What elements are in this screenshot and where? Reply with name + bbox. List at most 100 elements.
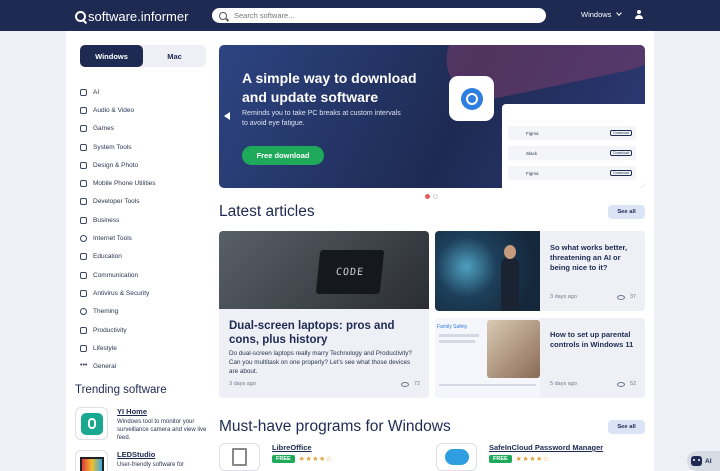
program-item[interactable]: LibreOffice FREE ★★★★☆ bbox=[219, 443, 429, 471]
category-label: AI bbox=[93, 88, 100, 96]
palette-icon bbox=[80, 308, 87, 316]
dots-icon: ••• bbox=[80, 362, 88, 370]
hero-banner[interactable]: A simple way to download and update soft… bbox=[219, 45, 645, 188]
views-count: 37 bbox=[630, 294, 637, 300]
eye-icon bbox=[401, 381, 409, 387]
tab-mac[interactable]: Mac bbox=[143, 45, 206, 67]
article-card[interactable]: So what works better, threatening an AI … bbox=[435, 231, 645, 311]
trending-item[interactable]: YI Home Windows tool to monitor your sur… bbox=[75, 407, 210, 442]
category-general[interactable]: ••• General bbox=[80, 357, 210, 375]
logo-text: software.informer bbox=[88, 8, 189, 24]
category-games[interactable]: Games bbox=[80, 120, 210, 138]
category-internet-tools[interactable]: Internet Tools bbox=[80, 229, 210, 247]
ai-icon bbox=[80, 88, 87, 96]
category-label: Productivity bbox=[93, 326, 127, 334]
category-design-photo[interactable]: Design & Photo bbox=[80, 156, 210, 174]
gauge-icon bbox=[80, 326, 87, 334]
free-download-button[interactable]: Free download bbox=[242, 146, 324, 165]
musthave-title: Must-have programs for Windows bbox=[219, 418, 451, 435]
rating-stars: ★★★★☆ bbox=[515, 456, 550, 463]
category-communication[interactable]: Communication bbox=[80, 266, 210, 284]
yi-home-app-icon bbox=[75, 407, 108, 440]
carousel-dot[interactable] bbox=[433, 194, 438, 199]
program-item[interactable]: SafeInCloud Password Manager FREE ★★★★☆ bbox=[436, 443, 646, 471]
category-developer-tools[interactable]: Developer Tools bbox=[80, 193, 210, 211]
user-icon[interactable] bbox=[634, 10, 644, 20]
ai-chat-button[interactable]: AI bbox=[687, 451, 720, 471]
ai-label: AI bbox=[705, 457, 712, 465]
category-label: Lifestyle bbox=[93, 344, 117, 352]
app-screenshot: Figma Download Slack Download Figma Downloa… bbox=[502, 104, 645, 188]
article-title[interactable]: Dual-screen laptops: pros and cons, plus… bbox=[229, 319, 424, 347]
article-views: 52 bbox=[617, 381, 636, 387]
program-name[interactable]: SafeInCloud Password Manager bbox=[489, 443, 603, 452]
category-education[interactable]: Education bbox=[80, 248, 210, 266]
gamepad-icon bbox=[80, 125, 87, 133]
trending-title: Trending software bbox=[75, 384, 167, 396]
safeincloud-app-icon bbox=[436, 443, 477, 471]
chevron-down-icon bbox=[616, 10, 623, 16]
article-views: 72 bbox=[401, 381, 420, 387]
article-card-main[interactable]: CODE Dual-screen laptops: pros and cons,… bbox=[219, 231, 429, 398]
search-icon bbox=[219, 11, 227, 20]
article-date: 5 days ago bbox=[550, 381, 577, 387]
shot-row-button: Download bbox=[610, 150, 632, 156]
category-label: Communication bbox=[93, 271, 139, 279]
site-logo[interactable]: software.informer bbox=[75, 8, 188, 24]
brush-icon bbox=[80, 161, 87, 169]
category-label: Business bbox=[93, 216, 120, 224]
category-productivity[interactable]: Productivity bbox=[80, 321, 210, 339]
os-selector-label: Windows bbox=[581, 10, 612, 19]
laptop-screen-text: CODE bbox=[335, 266, 365, 278]
trending-name[interactable]: LEDStudio bbox=[117, 450, 184, 459]
os-tabs: Windows Mac bbox=[80, 45, 206, 67]
article-card[interactable]: Family Safety How to set up parental con… bbox=[435, 318, 645, 398]
category-label: Audio & Video bbox=[93, 106, 135, 114]
article-views: 37 bbox=[617, 294, 636, 300]
libreoffice-app-icon bbox=[219, 443, 260, 471]
shot-row-label: Slack bbox=[526, 150, 538, 156]
code-icon bbox=[80, 198, 87, 206]
category-ai[interactable]: AI bbox=[80, 83, 210, 101]
search-input[interactable] bbox=[234, 11, 524, 20]
category-system-tools[interactable]: System Tools bbox=[80, 138, 210, 156]
free-badge: FREE bbox=[272, 455, 295, 463]
hero-subtitle: Reminds you to take PC breaks at custom … bbox=[242, 110, 401, 127]
article-date: 3 days ago bbox=[229, 381, 256, 387]
carousel-prev-icon[interactable] bbox=[224, 112, 230, 120]
article-date: 3 days ago bbox=[550, 294, 577, 300]
category-audio-video[interactable]: Audio & Video bbox=[80, 101, 210, 119]
top-bar: software.informer Windows bbox=[0, 0, 720, 31]
audio-icon bbox=[80, 106, 87, 114]
category-business[interactable]: Business bbox=[80, 211, 210, 229]
free-badge: FREE bbox=[489, 455, 512, 463]
article-image: CODE bbox=[219, 231, 429, 309]
laptop-image: CODE bbox=[315, 250, 385, 294]
search-box[interactable] bbox=[212, 8, 546, 23]
category-mobile-phone-utilities[interactable]: Mobile Phone Utilities bbox=[80, 174, 210, 192]
trending-desc: Windows tool to monitor your surveillanc… bbox=[117, 419, 207, 441]
os-selector[interactable]: Windows bbox=[581, 10, 623, 19]
trending-name[interactable]: YI Home bbox=[117, 407, 210, 416]
article-title[interactable]: So what works better, threatening an AI … bbox=[550, 243, 640, 273]
musthave-see-all-button[interactable]: See all bbox=[608, 420, 645, 434]
briefcase-icon bbox=[80, 216, 87, 224]
article-title[interactable]: How to set up parental controls in Windo… bbox=[550, 330, 640, 350]
chat-icon bbox=[80, 271, 87, 279]
app-logo-icon bbox=[449, 76, 494, 121]
globe-icon bbox=[80, 235, 87, 243]
articles-see-all-button[interactable]: See all bbox=[608, 205, 645, 219]
main-card: Windows Mac AI Audio & Video Games Syste… bbox=[66, 31, 654, 471]
gear-icon bbox=[80, 143, 87, 151]
category-antivirus-security[interactable]: Antivirus & Security bbox=[80, 284, 210, 302]
category-theming[interactable]: Theming bbox=[80, 303, 210, 321]
program-name[interactable]: LibreOffice bbox=[272, 443, 333, 452]
book-icon bbox=[80, 253, 87, 261]
trending-item[interactable]: LEDStudio User-friendly software for bbox=[75, 450, 210, 471]
category-lifestyle[interactable]: Lifestyle bbox=[80, 339, 210, 357]
heart-icon bbox=[80, 344, 87, 352]
category-label: Internet Tools bbox=[93, 235, 132, 243]
tab-windows[interactable]: Windows bbox=[80, 45, 143, 67]
carousel-dot[interactable] bbox=[425, 194, 430, 199]
category-label: General bbox=[93, 363, 117, 371]
